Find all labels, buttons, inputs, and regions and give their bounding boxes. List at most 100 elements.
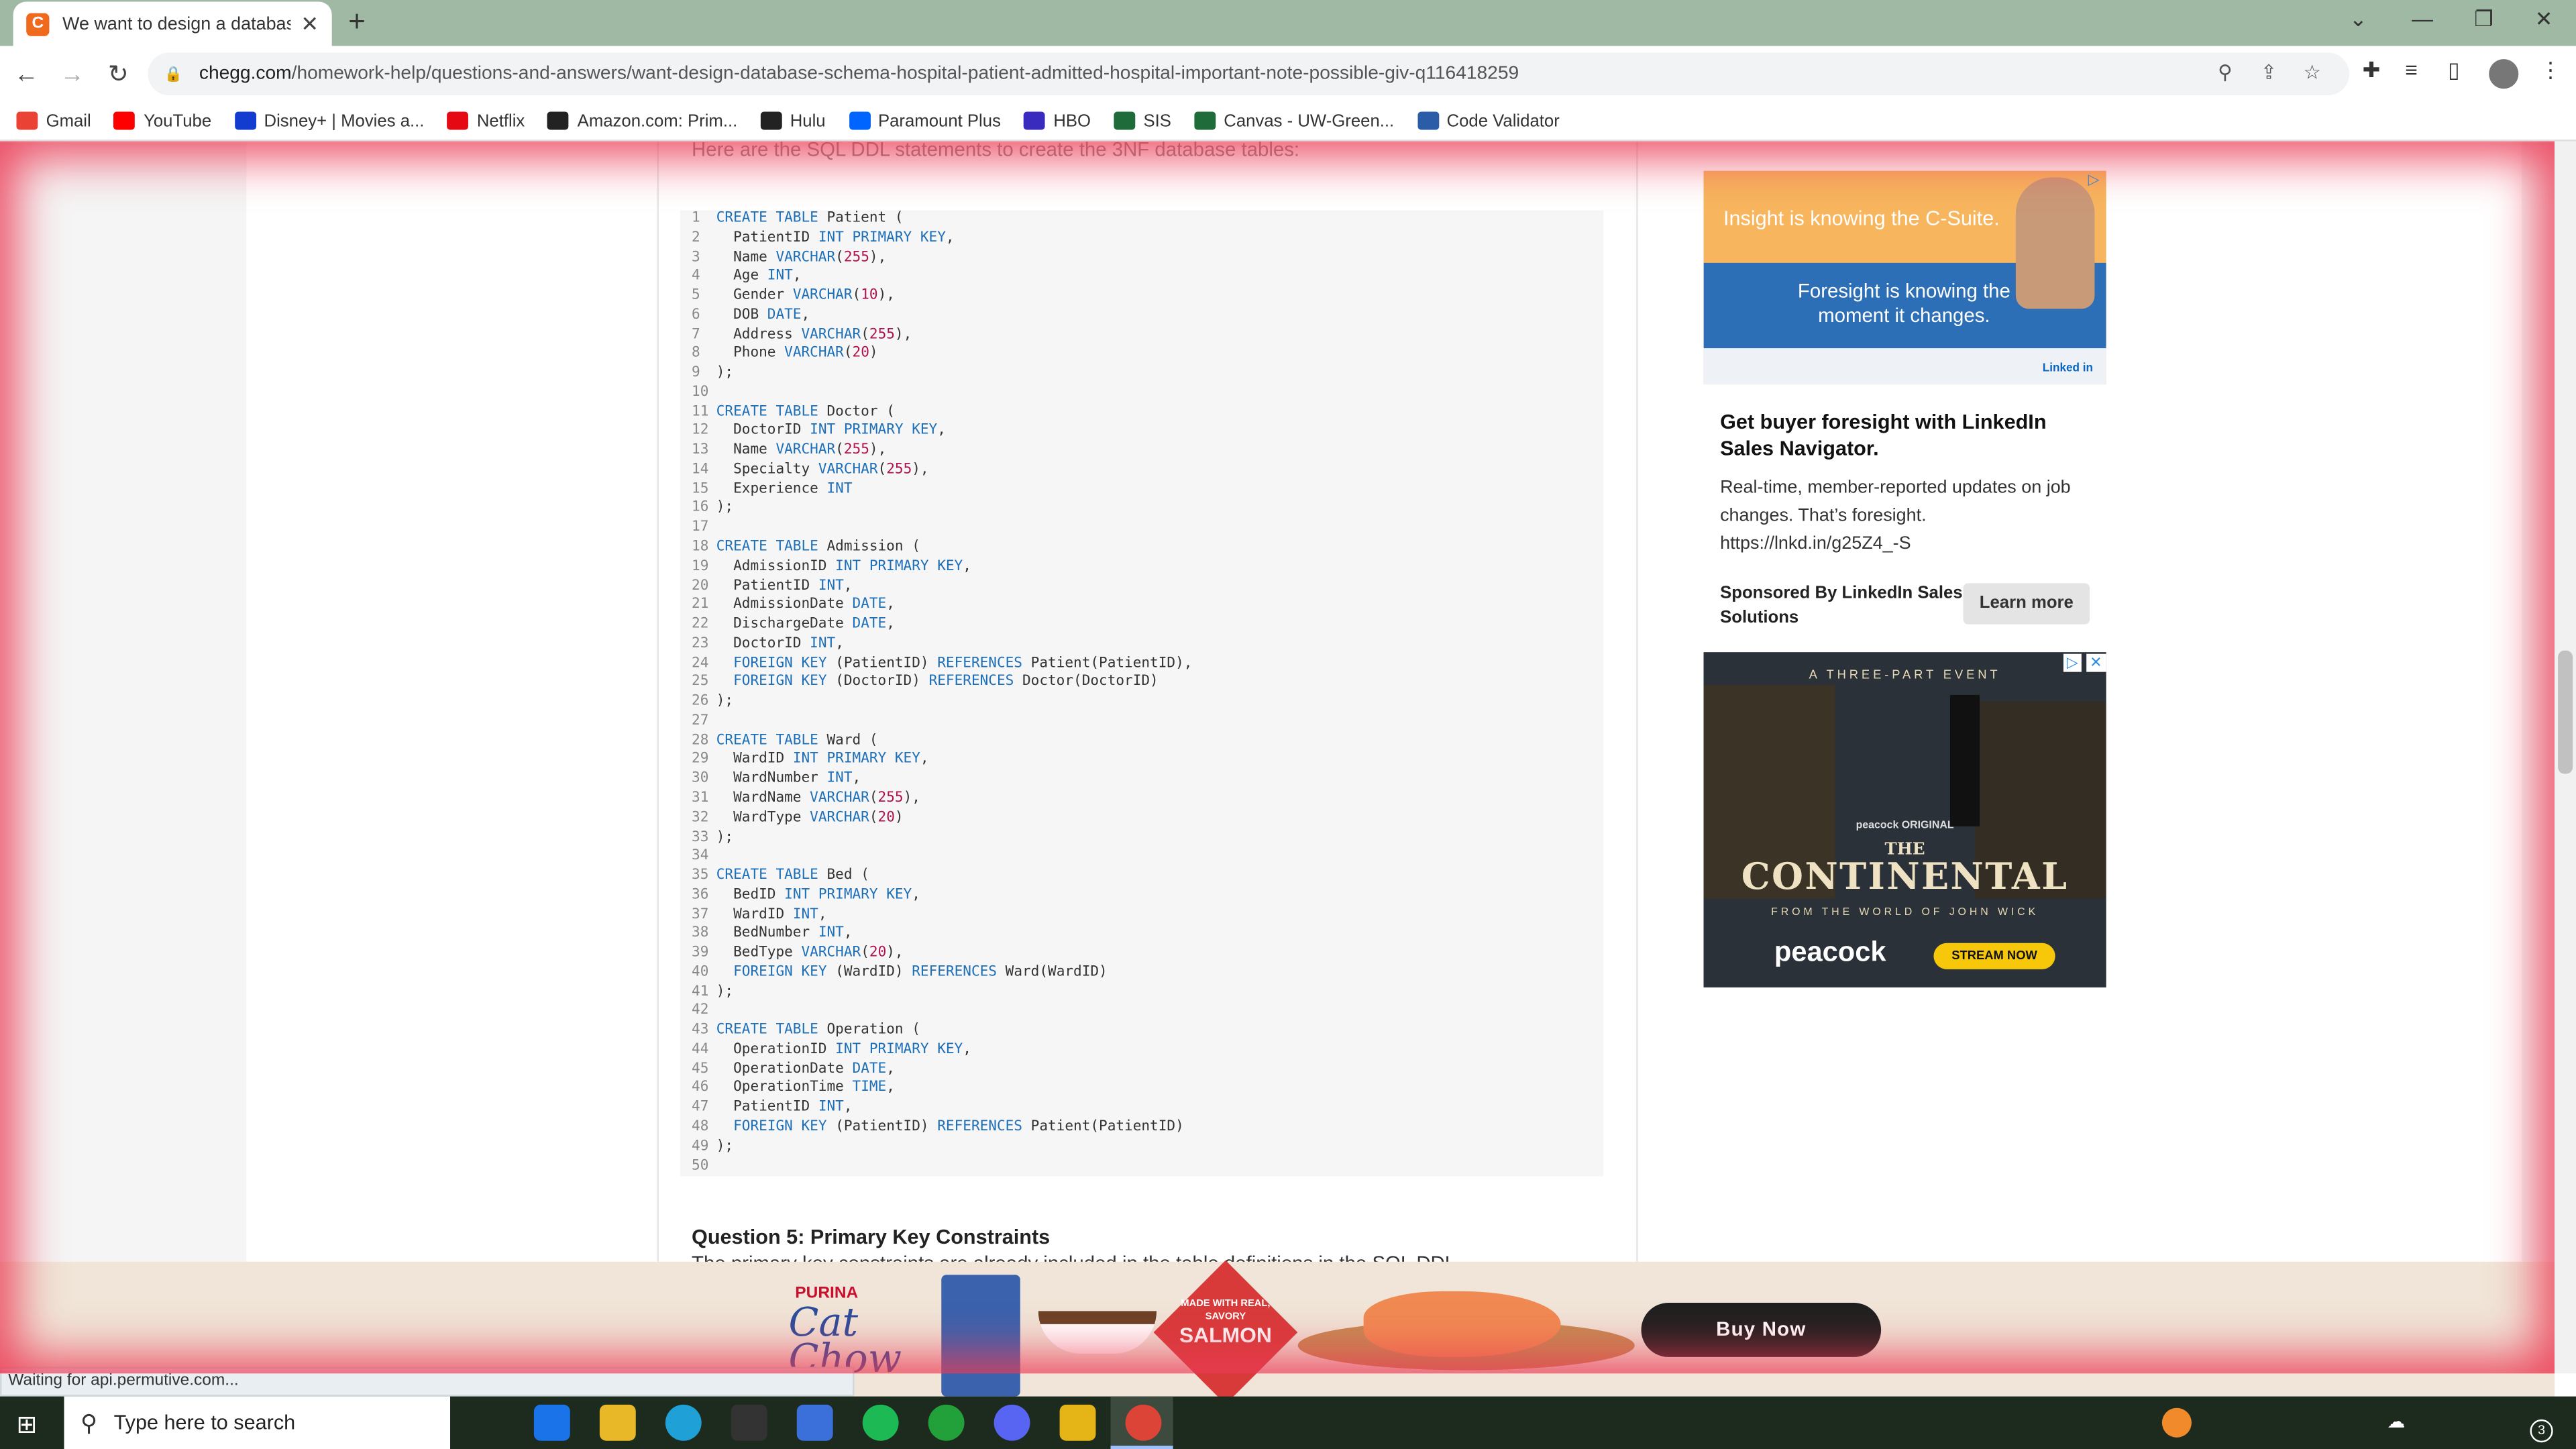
linkedin-logo: Linked in	[2042, 363, 2094, 375]
media-control-icon[interactable]: ≡	[2405, 58, 2418, 83]
xbox-icon[interactable]	[928, 1404, 965, 1441]
ad-title[interactable]: Get buyer foresight with LinkedIn Sales …	[1720, 409, 2090, 462]
menu-kebab-icon[interactable]: ⋮	[2540, 58, 2561, 84]
tab-search-chevron-icon[interactable]: ⌄	[2349, 7, 2367, 33]
sql-keyword: REFERENCES	[937, 655, 1022, 672]
hbo-icon	[1024, 111, 1046, 130]
spotify-icon[interactable]	[862, 1404, 899, 1441]
bookmark-label: Paramount Plus	[877, 111, 1001, 131]
search-lens-icon[interactable]: ⚲	[2218, 61, 2233, 84]
app-icon[interactable]	[796, 1404, 833, 1441]
minimize-icon[interactable]: —	[2412, 7, 2433, 32]
chrome-icon[interactable]	[1125, 1404, 1162, 1441]
discord-icon[interactable]	[994, 1404, 1030, 1441]
learn-more-button[interactable]: Learn more	[1963, 583, 2090, 625]
share-icon[interactable]: ⇪	[2261, 61, 2277, 84]
profile-avatar[interactable]	[2489, 59, 2519, 89]
code-line: 47 PatientID INT,	[680, 1099, 1603, 1119]
adchoices-icon[interactable]: ▷	[2063, 653, 2082, 672]
code-token: (PatientID)	[826, 655, 938, 672]
file-explorer-icon[interactable]	[599, 1404, 636, 1441]
epic-games-icon[interactable]	[731, 1404, 767, 1441]
code-line: 44 OperationID INT PRIMARY KEY,	[680, 1041, 1603, 1061]
new-tab-icon[interactable]: +	[348, 5, 366, 39]
bookmark-hulu[interactable]: Hulu	[760, 111, 826, 131]
sql-keyword: INT	[767, 268, 793, 285]
scrollbar-thumb[interactable]	[2558, 650, 2573, 774]
notification-count[interactable]: 3	[2530, 1419, 2553, 1443]
bookmark-label: Amazon.com: Prim...	[577, 111, 738, 131]
bookmark-gmail[interactable]: Gmail	[16, 111, 91, 131]
line-number: 9	[692, 364, 700, 382]
notification-app-icon[interactable]	[2161, 1407, 2192, 1438]
bookmark-hbo[interactable]: HBO	[1024, 111, 1091, 131]
bookmark-code-validator[interactable]: Code Validator	[1417, 111, 1560, 131]
roblox-icon[interactable]	[1059, 1404, 1096, 1441]
bookmark-sis[interactable]: SIS	[1114, 111, 1171, 131]
line-number: 20	[692, 577, 709, 594]
sql-keyword: REFERENCES	[928, 674, 1014, 691]
sql-keyword: VARCHAR	[784, 345, 844, 362]
buy-now-button[interactable]: Buy Now	[1641, 1303, 1882, 1357]
extensions-icon[interactable]: ✚	[2363, 58, 2381, 84]
sql-keyword: CREATE TABLE	[716, 732, 818, 749]
tab-strip: C We want to design a database sc ✕ + ⌄ …	[0, 0, 2576, 46]
close-window-icon[interactable]: ✕	[2535, 7, 2553, 33]
code-token: (	[886, 403, 895, 421]
linkedin-ad[interactable]: Insight is knowing the C-Suite. Foresigh…	[1703, 170, 2106, 645]
line-number: 16	[692, 500, 709, 517]
code-line: 7 Address VARCHAR(255),	[680, 326, 1603, 345]
person-photo	[2015, 177, 2095, 309]
taskbar-search[interactable]: ⚲ Type here to search	[64, 1396, 451, 1449]
line-number: 44	[692, 1041, 709, 1058]
edge-icon[interactable]	[665, 1404, 702, 1441]
line-number: 12	[692, 423, 709, 439]
continental-ad[interactable]: A THREE-PART EVENT peacock ORIGINAL THE …	[1703, 652, 2106, 987]
bookmark-paramount-plus[interactable]: Paramount Plus	[848, 111, 1001, 131]
bookmark-label: SIS	[1143, 111, 1171, 131]
code-token: (	[861, 945, 869, 961]
bookmark-amazon-com-prim[interactable]: Amazon.com: Prim...	[547, 111, 738, 131]
page-scrollbar[interactable]	[2555, 141, 2576, 1374]
windows-start-icon[interactable]: ⊞	[16, 1409, 37, 1440]
bookmark-label: Hulu	[790, 111, 826, 131]
browser-tab[interactable]: C We want to design a database sc ✕	[13, 1, 332, 46]
ad-close-icon[interactable]: ✕	[2086, 653, 2106, 672]
code-token: ,	[843, 925, 853, 943]
code-token: Experience	[716, 480, 827, 498]
code-token: ,	[886, 616, 895, 633]
bookmark-label: Code Validator	[1446, 111, 1560, 131]
sql-keyword: REFERENCES	[937, 1118, 1022, 1136]
tab-close-icon[interactable]: ✕	[301, 11, 319, 37]
restore-icon[interactable]: ❐	[2474, 7, 2493, 33]
adchoices-icon[interactable]: ▷	[2088, 171, 2100, 189]
code-token: ,	[945, 229, 955, 246]
bookmark-youtube[interactable]: YouTube	[114, 111, 211, 131]
netflix-icon	[447, 111, 469, 130]
bookmark-netflix[interactable]: Netflix	[447, 111, 525, 131]
code-line: 27	[680, 713, 1603, 733]
code-token: (	[852, 287, 861, 305]
back-icon[interactable]: ←	[7, 60, 46, 88]
code-token: WardType	[716, 809, 810, 826]
code-token: 255	[869, 326, 895, 343]
forward-icon[interactable]: →	[52, 60, 92, 88]
reload-icon[interactable]: ↻	[99, 59, 138, 89]
linkedin-ad-image[interactable]: Insight is knowing the C-Suite. Foresigh…	[1703, 170, 2106, 385]
sql-keyword: VARCHAR	[801, 326, 861, 343]
side-panel-icon[interactable]: ▯	[2448, 58, 2460, 84]
code-token: ,	[937, 423, 946, 439]
bookmark-canvas-uw-green[interactable]: Canvas - UW-Green...	[1194, 111, 1394, 131]
onedrive-icon[interactable]: ☁	[2387, 1411, 2405, 1432]
address-bar[interactable]: 🔒 chegg.com/homework-help/questions-and-…	[148, 52, 2350, 96]
code-token: OperationTime	[716, 1080, 853, 1097]
bookmark-disney-movies-a[interactable]: Disney+ | Movies a...	[234, 111, 424, 131]
code-token: Patient(PatientID)	[1022, 1118, 1184, 1136]
screen: C We want to design a database sc ✕ + ⌄ …	[0, 0, 2576, 1449]
mail-icon[interactable]	[533, 1404, 570, 1441]
line-number: 43	[692, 1022, 709, 1039]
stream-now-button[interactable]: STREAM NOW	[1933, 943, 2055, 969]
code-line: 29 WardID INT PRIMARY KEY,	[680, 751, 1603, 771]
code-token: ,	[852, 771, 861, 788]
bookmark-star-icon[interactable]: ☆	[2303, 61, 2320, 84]
